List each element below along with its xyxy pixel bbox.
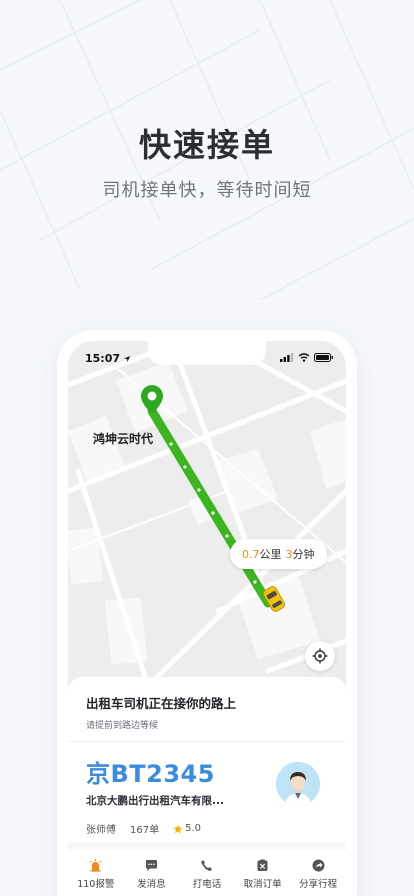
eta-bubble: 0.7 公里 3 分钟 (230, 539, 327, 569)
status-bar-time: 15:07 (85, 352, 131, 365)
share-trip-button[interactable]: 分享行程 (292, 858, 344, 896)
rating-value: 5.0 (185, 823, 201, 834)
cancel-order-button[interactable]: 取消订单 (237, 858, 289, 896)
signal-icon (280, 353, 294, 362)
message-icon (144, 858, 158, 872)
action-label: 发消息 (137, 879, 166, 890)
call-driver-button[interactable]: 打电话 (181, 858, 233, 896)
eta-distance: 0.7 (242, 547, 260, 561)
phone-screen: 15:07 鸿坤云时代 0.7 公里 3 分钟 出租车司机正在接你的路上 请提前… (68, 341, 346, 896)
alarm-110-button[interactable]: 110报警 (70, 858, 122, 896)
action-label: 打电话 (192, 879, 222, 890)
star-icon (173, 824, 183, 833)
share-icon (311, 858, 325, 872)
phone-mockup: 15:07 鸿坤云时代 0.7 公里 3 分钟 出租车司机正在接你的路上 请提前… (57, 330, 357, 896)
place-label: 鸿坤云时代 (93, 432, 154, 446)
driver-avatar[interactable] (276, 762, 320, 806)
wifi-icon (298, 353, 310, 362)
driver-card: 京BT2345 北京大鹏出行出租汽车有限... 张师傅 167单 5.0 (68, 742, 346, 842)
eta-distance-unit: 公里 (259, 548, 282, 561)
send-message-button[interactable]: 发消息 (125, 858, 177, 896)
eta-minutes: 3 (285, 547, 293, 561)
cancel-order-icon (256, 858, 270, 872)
driver-name: 张师傅 (86, 825, 116, 836)
battery-icon (314, 353, 333, 362)
location-arrow-icon (124, 355, 131, 362)
driver-meta: 张师傅 167单 5.0 (86, 821, 328, 836)
phone-notch (148, 341, 266, 365)
avatar-icon (276, 762, 320, 806)
map-view[interactable] (68, 341, 346, 686)
status-bar-right (280, 353, 334, 362)
hero-subtitle: 司机接单快，等待时间短 (102, 180, 312, 201)
action-label: 取消订单 (243, 879, 282, 890)
driver-rating: 5.0 (173, 823, 201, 834)
trip-status-subtitle: 请提前到路边等候 (86, 721, 159, 731)
hero-title: 快速接单 (138, 126, 275, 164)
action-label: 分享行程 (299, 879, 338, 890)
order-count: 167单 (130, 825, 160, 836)
clock-text: 15:07 (85, 352, 121, 365)
card-gap (68, 842, 346, 850)
action-bar: 110报警 发消息 打电话 取消订单 分享行程 (68, 850, 346, 896)
locate-icon (312, 648, 328, 664)
trip-status-title: 出租车司机正在接你的路上 (86, 696, 237, 711)
locate-button[interactable] (305, 641, 335, 671)
eta-minutes-unit: 分钟 (292, 548, 315, 561)
phone-icon (200, 858, 214, 872)
action-label: 110报警 (77, 879, 115, 890)
alarm-icon (89, 858, 103, 872)
trip-status-card: 出租车司机正在接你的路上 请提前到路边等候 (68, 677, 346, 741)
